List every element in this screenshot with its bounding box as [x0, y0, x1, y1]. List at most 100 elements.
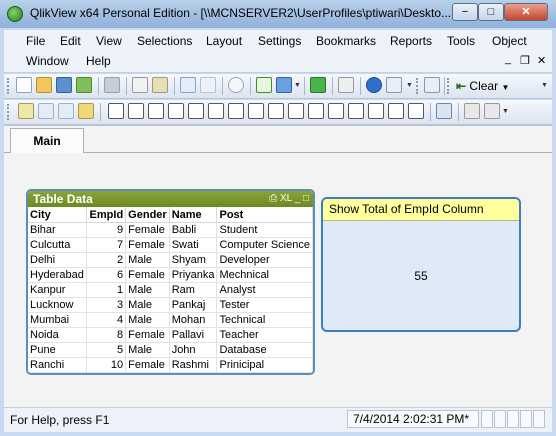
column-header-gender[interactable]: Gender	[125, 207, 170, 223]
column-header-name[interactable]: Name	[169, 207, 218, 223]
table-data-box[interactable]: Table Data ⎙ XL _ □ City EmpId Gender Na…	[26, 189, 315, 375]
table-cell-post[interactable]: Prinicipal	[216, 357, 313, 373]
save-icon[interactable]	[56, 77, 72, 93]
current-selections-icon[interactable]	[256, 77, 272, 93]
toolbar-grip[interactable]	[7, 78, 12, 94]
table-row[interactable]: Mumbai 4 Male Mohan Technical	[28, 312, 313, 328]
mdi-close-button[interactable]: ✕	[537, 54, 546, 67]
new-sheet-icon[interactable]	[18, 103, 34, 119]
table-cell-post[interactable]: Computer Science	[216, 237, 313, 253]
reload-icon[interactable]	[76, 77, 92, 93]
table-cell-gender[interactable]: Male	[125, 312, 170, 328]
sheet-properties-icon[interactable]	[78, 103, 94, 119]
menu-settings[interactable]: Settings	[258, 34, 301, 48]
table-box-caption[interactable]: Table Data ⎙ XL _ □	[28, 191, 313, 207]
custom-object-icon[interactable]	[388, 103, 404, 119]
total-empid-text-box[interactable]: Show Total of EmpId Column 55	[321, 197, 521, 332]
table-row[interactable]: Hyderabad 6 Female Priyanka Mechnical	[28, 267, 313, 283]
table-cell-name[interactable]: Mohan	[169, 312, 218, 328]
table-cell-empid[interactable]: 1	[86, 282, 127, 298]
table-row[interactable]: Lucknow 3 Male Pankaj Tester	[28, 297, 313, 313]
search-object-icon[interactable]	[348, 103, 364, 119]
menu-reports[interactable]: Reports	[390, 34, 432, 48]
table-cell-gender[interactable]: Female	[125, 327, 170, 343]
table-cell-post[interactable]: Tester	[216, 297, 313, 313]
toolbar-dropdown-icon[interactable]: ▼	[294, 79, 301, 93]
table-row[interactable]: Bihar 9 Female Babli Student	[28, 222, 313, 238]
table-cell-name[interactable]: Pallavi	[169, 327, 218, 343]
caption-icons[interactable]: ⎙ XL _ □	[269, 191, 309, 207]
table-cell-empid[interactable]: 9	[86, 222, 127, 238]
table-cell-city[interactable]: Mumbai	[28, 312, 88, 328]
help-icon[interactable]	[366, 77, 382, 93]
table-cell-gender[interactable]: Male	[125, 252, 170, 268]
redo-icon[interactable]	[200, 77, 216, 93]
new-document-icon[interactable]	[16, 77, 32, 93]
table-cell-post[interactable]: Developer	[216, 252, 313, 268]
current-selections-box-icon[interactable]	[228, 103, 244, 119]
context-help-icon[interactable]	[386, 77, 402, 93]
table-cell-city[interactable]: Noida	[28, 327, 88, 343]
menu-file[interactable]: File	[26, 34, 45, 48]
table-cell-gender[interactable]: Female	[125, 267, 170, 283]
menu-tools[interactable]: Tools	[447, 34, 475, 48]
bookmark-object-icon[interactable]	[328, 103, 344, 119]
minimize-button[interactable]: −	[452, 3, 478, 21]
menu-bookmarks[interactable]: Bookmarks	[316, 34, 376, 48]
tab-main[interactable]: Main	[10, 128, 84, 153]
bookmark-star-icon[interactable]	[310, 77, 326, 93]
menu-object[interactable]: Object	[492, 34, 527, 48]
table-cell-gender[interactable]: Female	[125, 222, 170, 238]
table-cell-empid[interactable]: 5	[86, 342, 127, 358]
multi-box-icon[interactable]	[148, 103, 164, 119]
design-grid-icon[interactable]	[436, 103, 452, 119]
table-cell-post[interactable]: Database	[216, 342, 313, 358]
menu-edit[interactable]: Edit	[60, 34, 81, 48]
table-cell-city[interactable]: Kanpur	[28, 282, 88, 298]
menu-layout[interactable]: Layout	[206, 34, 242, 48]
toolbar-dropdown-icon-4[interactable]: ▼	[502, 105, 509, 119]
demote-sheet-icon[interactable]	[58, 103, 74, 119]
table-cell-name[interactable]: Rashmi	[169, 357, 218, 373]
input-box-icon[interactable]	[208, 103, 224, 119]
menu-window[interactable]: Window	[26, 54, 69, 68]
print-icon[interactable]	[104, 77, 120, 93]
table-cell-city[interactable]: Hyderabad	[28, 267, 88, 283]
menu-selections[interactable]: Selections	[137, 34, 192, 48]
mdi-restore-button[interactable]: ❐	[520, 54, 530, 67]
table-cell-city[interactable]: Delhi	[28, 252, 88, 268]
chart-icon[interactable]	[276, 77, 292, 93]
table-cell-empid[interactable]: 8	[86, 327, 127, 343]
text-box-caption[interactable]: Show Total of EmpId Column	[323, 199, 519, 221]
statistics-box-icon[interactable]	[128, 103, 144, 119]
table-cell-gender[interactable]: Female	[125, 237, 170, 253]
open-folder-icon[interactable]	[36, 77, 52, 93]
table-cell-name[interactable]: John	[169, 342, 218, 358]
table-box-icon[interactable]	[168, 103, 184, 119]
table-cell-post[interactable]: Mechnical	[216, 267, 313, 283]
table-cell-empid[interactable]: 7	[86, 237, 127, 253]
table-cell-city[interactable]: Bihar	[28, 222, 88, 238]
maximize-button[interactable]: □	[478, 3, 504, 21]
table-row[interactable]: Culcutta 7 Female Swati Computer Science	[28, 237, 313, 253]
table-cell-gender[interactable]: Male	[125, 297, 170, 313]
reload-script-icon[interactable]	[152, 77, 168, 93]
table-cell-empid[interactable]: 2	[86, 252, 127, 268]
table-row[interactable]: Pune 5 Male John Database	[28, 342, 313, 358]
table-cell-empid[interactable]: 4	[86, 312, 127, 328]
table-cell-gender[interactable]: Male	[125, 282, 170, 298]
table-cell-gender[interactable]: Male	[125, 342, 170, 358]
format-painter-icon[interactable]	[464, 103, 480, 119]
table-cell-post[interactable]: Analyst	[216, 282, 313, 298]
search-icon[interactable]	[228, 77, 244, 93]
promote-sheet-icon[interactable]	[38, 103, 54, 119]
table-cell-city[interactable]: Culcutta	[28, 237, 88, 253]
toolbar-grip-2[interactable]	[7, 104, 12, 120]
toolbar-dropdown-icon-2[interactable]: ▼	[406, 79, 413, 93]
table-cell-post[interactable]: Teacher	[216, 327, 313, 343]
table-row[interactable]: Kanpur 1 Male Ram Analyst	[28, 282, 313, 298]
table-cell-city[interactable]: Ranchi	[28, 357, 88, 373]
edit-icon[interactable]	[338, 77, 354, 93]
slider-icon[interactable]	[308, 103, 324, 119]
table-row[interactable]: Noida 8 Female Pallavi Teacher	[28, 327, 313, 343]
